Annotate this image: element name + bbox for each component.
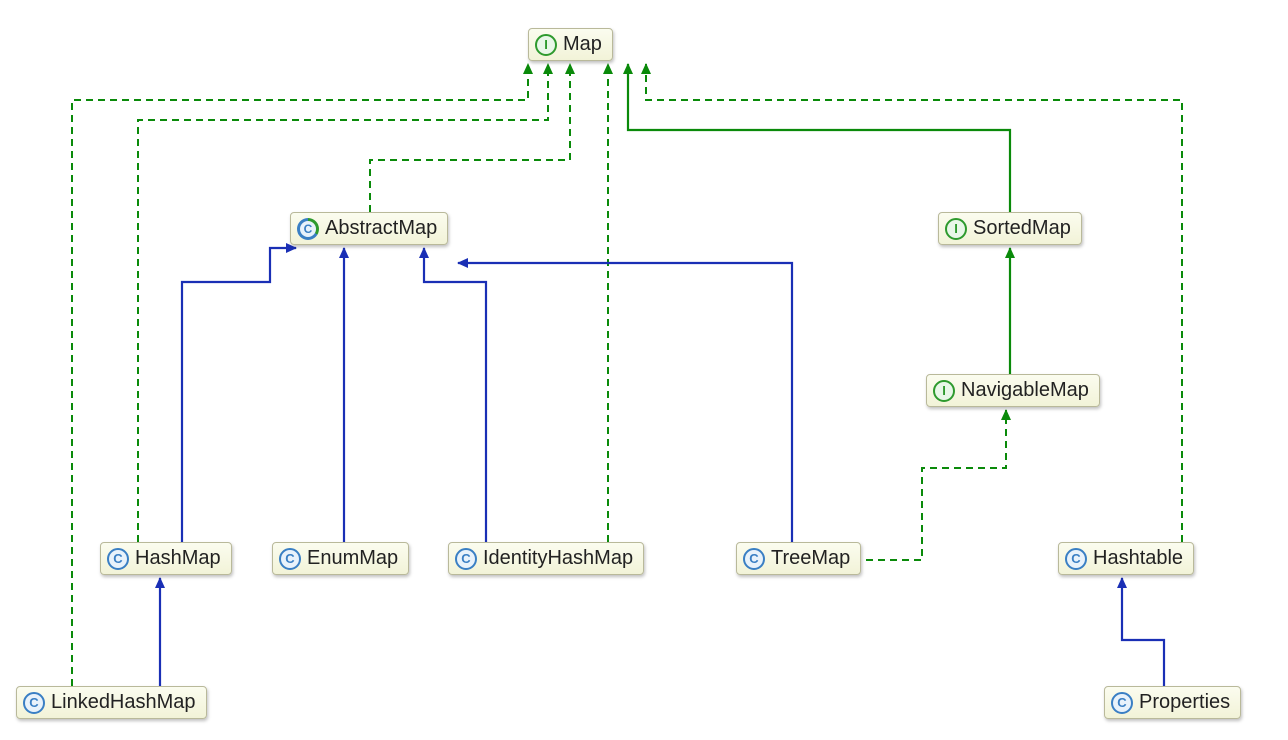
interface-icon: I — [945, 218, 967, 240]
node-navigablemap: I NavigableMap — [926, 374, 1100, 407]
node-properties: C Properties — [1104, 686, 1241, 719]
node-label: TreeMap — [771, 547, 850, 570]
node-hashtable: C Hashtable — [1058, 542, 1194, 575]
node-label: EnumMap — [307, 547, 398, 570]
abstract-class-icon — [297, 218, 319, 240]
node-enummap: C EnumMap — [272, 542, 409, 575]
node-label: LinkedHashMap — [51, 691, 196, 714]
class-icon: C — [1065, 548, 1087, 570]
node-label: AbstractMap — [325, 217, 437, 240]
class-icon: C — [23, 692, 45, 714]
node-identityhashmap: C IdentityHashMap — [448, 542, 644, 575]
edge-hashtable-map — [646, 64, 1182, 542]
node-label: NavigableMap — [961, 379, 1089, 402]
class-icon: C — [1111, 692, 1133, 714]
class-icon: C — [107, 548, 129, 570]
node-label: Properties — [1139, 691, 1230, 714]
class-icon: C — [743, 548, 765, 570]
interface-icon: I — [933, 380, 955, 402]
edge-sortedmap-map — [628, 64, 1010, 212]
class-icon: C — [455, 548, 477, 570]
edge-treemap-navigablemap — [842, 410, 1006, 560]
connectors-layer — [0, 0, 1288, 740]
edge-abstractmap-map — [370, 64, 570, 212]
edge-hashmap-abstractmap — [182, 248, 296, 542]
edge-treemap-abstractmap — [458, 263, 792, 542]
edge-properties-hashtable — [1122, 578, 1164, 686]
node-abstractmap: AbstractMap — [290, 212, 448, 245]
node-linkedhashmap: C LinkedHashMap — [16, 686, 207, 719]
node-treemap: C TreeMap — [736, 542, 861, 575]
edge-linkedhashmap-map — [72, 64, 528, 686]
node-label: Map — [563, 33, 602, 56]
node-label: IdentityHashMap — [483, 547, 633, 570]
node-label: Hashtable — [1093, 547, 1183, 570]
edge-identityhashmap-abstractmap — [424, 248, 486, 542]
interface-icon: I — [535, 34, 557, 56]
node-map: I Map — [528, 28, 613, 61]
node-sortedmap: I SortedMap — [938, 212, 1082, 245]
node-hashmap: C HashMap — [100, 542, 232, 575]
edge-hashmap-map — [138, 64, 548, 542]
class-icon: C — [279, 548, 301, 570]
node-label: SortedMap — [973, 217, 1071, 240]
node-label: HashMap — [135, 547, 221, 570]
